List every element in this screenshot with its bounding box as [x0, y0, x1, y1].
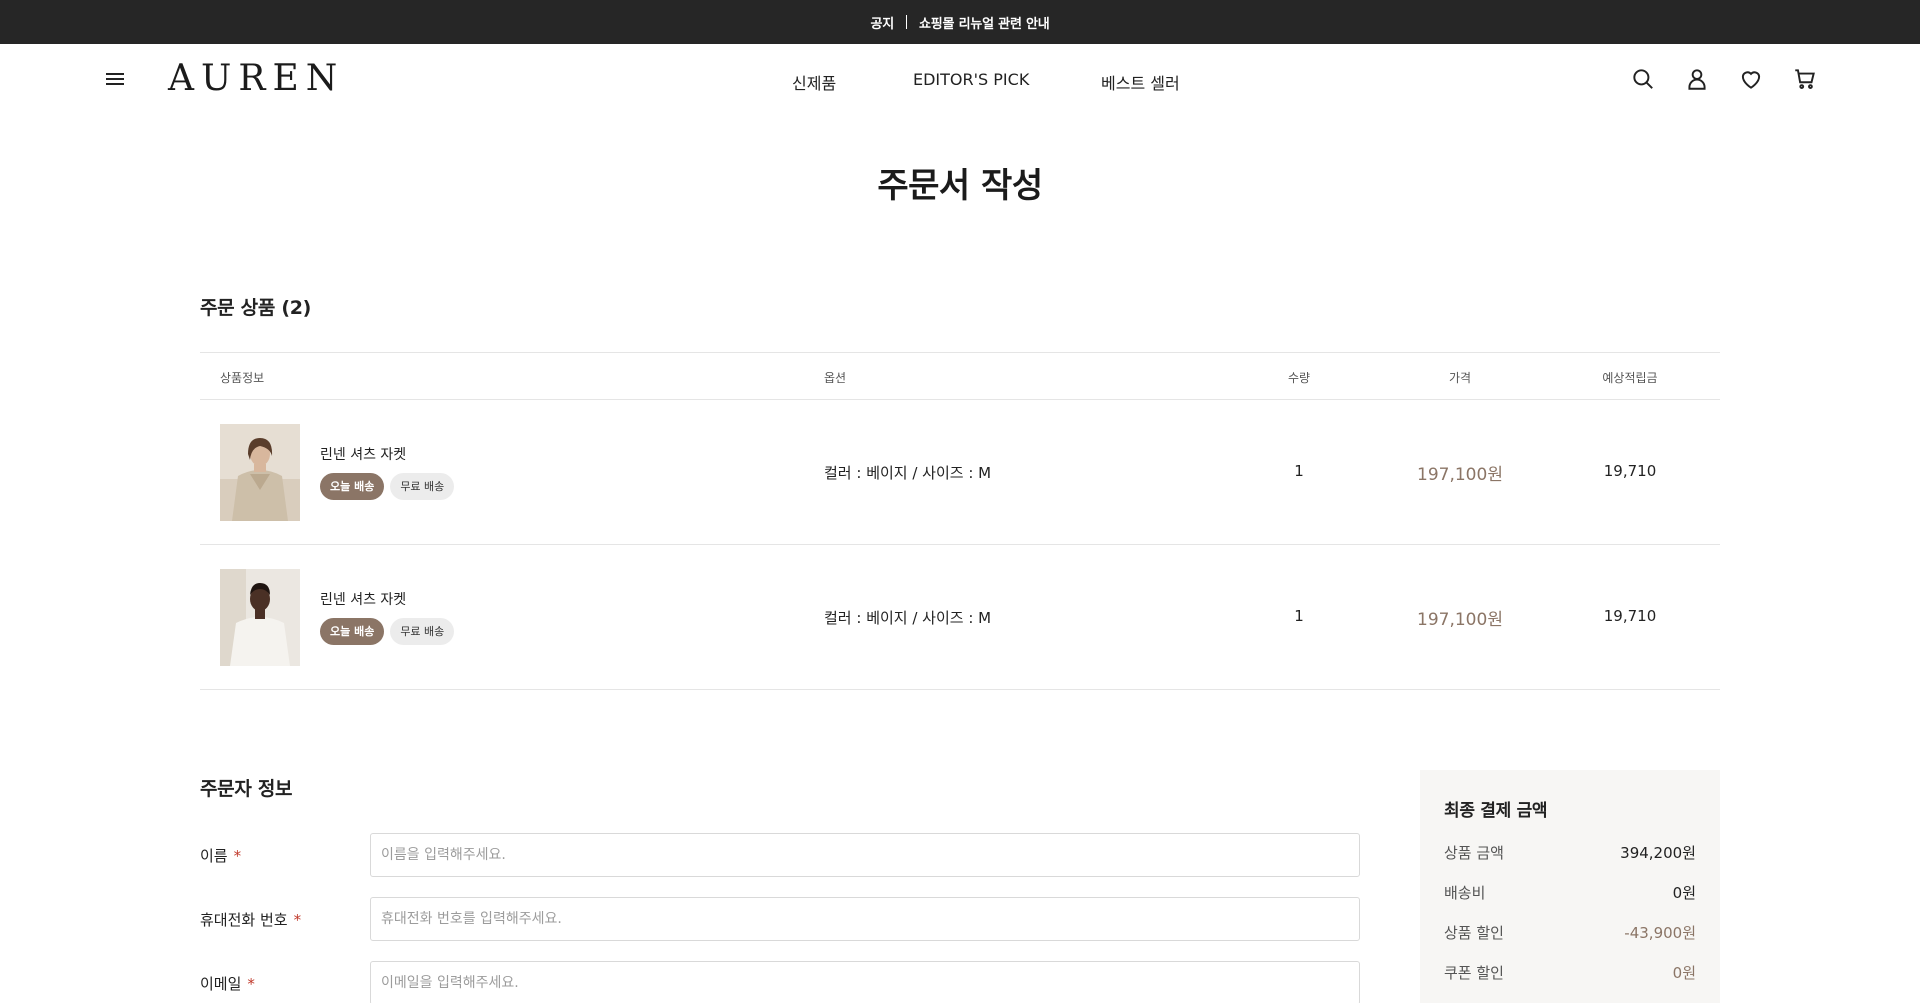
wishlist-heart-icon[interactable]: [1738, 66, 1764, 92]
product-price: 197,100원: [1417, 465, 1503, 485]
today-delivery-badge: 오늘 배송: [320, 618, 385, 645]
order-items-title: 주문 상품 (2): [200, 297, 312, 319]
payment-summary-panel: 최종 결제 금액 상품 금액 394,200원 배송비 0원 상품 할인 -43…: [1420, 770, 1720, 1003]
product-name[interactable]: 린넨 셔츠 자켓: [320, 589, 406, 609]
nav-best-seller[interactable]: 베스트 셀러: [1101, 70, 1180, 94]
email-input[interactable]: [370, 961, 1360, 1003]
summary-row-product-amount: 상품 금액 394,200원: [1444, 844, 1696, 862]
product-option: 컬러 : 베이지 / 사이즈 : M: [824, 609, 992, 627]
email-field-row: 이메일 *: [200, 961, 1360, 1003]
search-icon[interactable]: [1630, 66, 1656, 92]
product-quantity: 1: [1294, 607, 1304, 625]
nav-new-arrivals[interactable]: 신제품: [792, 70, 836, 94]
product-name[interactable]: 린넨 셔츠 자켓: [320, 444, 406, 464]
cart-icon[interactable]: [1792, 66, 1818, 92]
site-header: AUREN 신제품 EDITOR'S PICK 베스트 셀러: [0, 44, 1920, 114]
nav-editors-pick[interactable]: EDITOR'S PICK: [913, 70, 1029, 89]
orderer-info-title: 주문자 정보: [200, 778, 293, 800]
summary-title: 최종 결제 금액: [1444, 801, 1548, 821]
required-mark: *: [233, 847, 242, 865]
required-mark: *: [247, 975, 255, 993]
summary-row-coupon-discount: 쿠폰 할인 0원: [1444, 964, 1696, 982]
phone-input[interactable]: [370, 897, 1360, 941]
today-delivery-badge: 오늘 배송: [320, 473, 385, 500]
notice-divider: [905, 15, 907, 29]
notice-label: 공지: [870, 16, 894, 32]
col-header-product-info: 상품정보: [220, 371, 265, 385]
product-tags: 오늘 배송 무료 배송: [320, 473, 455, 500]
product-quantity: 1: [1294, 462, 1304, 480]
product-tags: 오늘 배송 무료 배송: [320, 618, 455, 645]
product-thumbnail[interactable]: [220, 569, 300, 666]
col-header-expected-points: 예상적립금: [1602, 371, 1658, 385]
table-header: 상품정보 옵션 수량 가격 예상적립금: [200, 352, 1720, 400]
page-title: 주문서 작성: [877, 166, 1043, 206]
col-header-option: 옵션: [824, 371, 847, 385]
table-row: 린넨 셔츠 자켓 오늘 배송 무료 배송 컬러 : 베이지 / 사이즈 : M …: [200, 400, 1720, 545]
col-header-quantity: 수량: [1287, 371, 1311, 385]
name-field-row: 이름 *: [200, 833, 1360, 877]
product-expected-points: 19,710: [1603, 607, 1657, 625]
email-label: 이메일 *: [200, 975, 255, 993]
notice-text[interactable]: 쇼핑몰 리뉴얼 관련 안내: [919, 13, 1050, 32]
account-icon[interactable]: [1684, 66, 1710, 92]
product-price: 197,100원: [1417, 610, 1503, 630]
order-items-table: 상품정보 옵션 수량 가격 예상적립금 린넨 셔츠 자켓 오늘 배송 무료 배송…: [200, 352, 1720, 690]
name-input[interactable]: [370, 833, 1360, 877]
product-option: 컬러 : 베이지 / 사이즈 : M: [824, 464, 992, 482]
free-shipping-badge: 무료 배송: [390, 618, 455, 645]
product-expected-points: 19,710: [1603, 462, 1657, 480]
summary-row-product-discount: 상품 할인 -43,900원: [1444, 924, 1696, 942]
notice-bar[interactable]: 공지 쇼핑몰 리뉴얼 관련 안내: [0, 0, 1920, 44]
free-shipping-badge: 무료 배송: [390, 473, 455, 500]
table-row: 린넨 셔츠 자켓 오늘 배송 무료 배송 컬러 : 베이지 / 사이즈 : M …: [200, 545, 1720, 690]
col-header-price: 가격: [1448, 371, 1472, 385]
product-thumbnail[interactable]: [220, 424, 300, 521]
required-mark: *: [293, 911, 302, 929]
phone-field-row: 휴대전화 번호 *: [200, 897, 1360, 941]
summary-row-shipping: 배송비 0원: [1444, 884, 1696, 902]
name-label: 이름 *: [200, 847, 242, 865]
phone-label: 휴대전화 번호 *: [200, 911, 302, 929]
